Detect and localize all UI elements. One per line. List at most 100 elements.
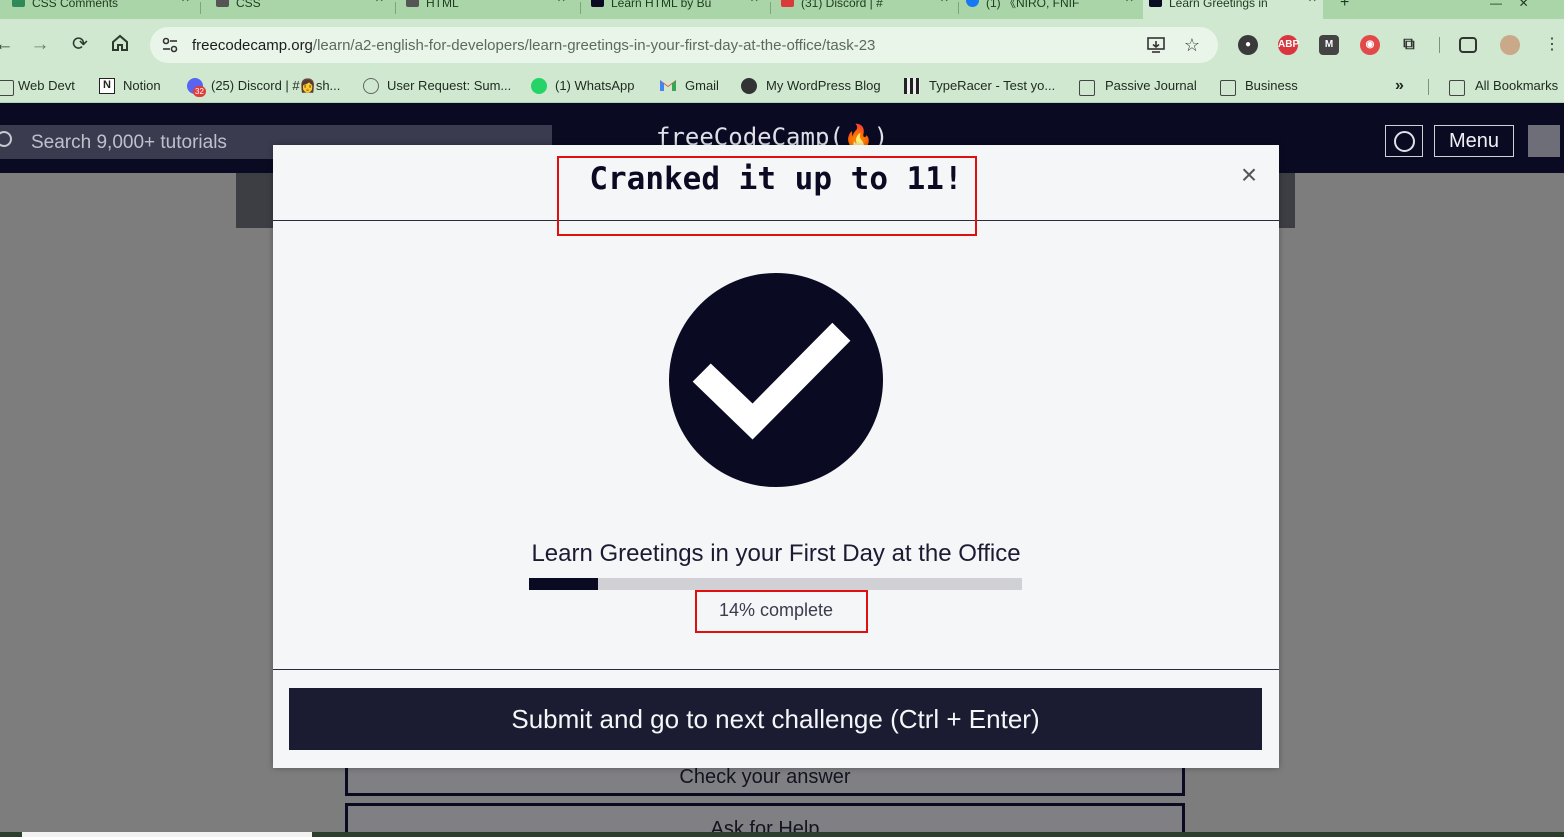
bookmark-label: All Bookmarks <box>1475 78 1559 93</box>
footer-divider <box>273 669 1279 670</box>
tab-label: CSS Comments <box>32 0 119 10</box>
reload-icon[interactable]: ⟳ <box>68 33 92 57</box>
bookmark-label: User Request: Sum... <box>387 78 512 93</box>
tab-close-icon[interactable]: ✕ <box>375 0 384 5</box>
url-host: freecodecamp.org <box>192 37 313 54</box>
progress-fill <box>529 578 599 590</box>
globe-icon <box>1394 131 1415 152</box>
back-arrow-icon[interactable]: ← <box>0 33 16 57</box>
tab-css-comments[interactable]: CSS Comments ✕ <box>6 0 196 19</box>
all-bookmarks-button[interactable]: All Bookmarks <box>1447 78 1558 96</box>
extension-m-icon[interactable]: M <box>1319 35 1339 55</box>
user-avatar[interactable] <box>1528 125 1560 157</box>
submit-next-button[interactable]: Submit and go to next challenge (Ctrl + … <box>289 688 1262 750</box>
profile-avatar[interactable] <box>1500 35 1520 55</box>
tab-close-icon[interactable]: ✕ <box>181 0 190 5</box>
bookmark-label: Passive Journal <box>1105 78 1197 93</box>
tab-label: Learn Greetings in <box>1169 0 1268 10</box>
tab-strip: CSS Comments ✕ CSS ✕ HTML ✕ Learn HTML b… <box>0 0 1564 19</box>
tab-favicon-icon <box>591 0 604 7</box>
bookmark-label: Web Devt <box>18 78 75 93</box>
bookmarks-bar: Web Devt N Notion 32 (25) Discord | #👩sh… <box>0 71 1564 103</box>
bookmark-web-devt[interactable]: Web Devt <box>0 78 75 96</box>
bookmark-label: Business <box>1245 78 1298 93</box>
bookmark-business[interactable]: Business <box>1218 78 1298 96</box>
tab-css[interactable]: CSS ✕ <box>210 0 390 19</box>
bookmark-passive-journal[interactable]: Passive Journal <box>1077 78 1197 96</box>
window-controls[interactable]: — ✕ <box>1480 0 1560 19</box>
completion-modal: Cranked it up to 11! × Learn Greetings i… <box>273 145 1279 768</box>
tab-learn-html[interactable]: Learn HTML by Bu ✕ <box>585 0 765 19</box>
menu-button[interactable]: Menu <box>1434 125 1514 157</box>
bookmark-label: My WordPress Blog <box>766 78 881 93</box>
bookmark-gmail[interactable]: Gmail <box>659 78 719 96</box>
folder-icon <box>0 80 14 96</box>
side-panel-icon[interactable] <box>1459 37 1477 53</box>
tab-close-icon[interactable]: ✕ <box>1308 0 1317 5</box>
globe-icon <box>741 78 757 94</box>
folder-icon <box>1220 80 1236 96</box>
taskbar-strip <box>0 832 1564 837</box>
browser-toolbar: ← → ⟳ freecodecamp.org/learn/a2-english-… <box>0 19 1564 71</box>
bookmark-wordpress[interactable]: My WordPress Blog <box>741 78 881 96</box>
forward-arrow-icon[interactable]: → <box>28 33 52 57</box>
tab-label: (31) Discord | # <box>801 0 883 10</box>
tab-favicon-icon <box>781 0 794 7</box>
bookmarks-overflow-button[interactable]: » <box>1395 78 1404 96</box>
folder-icon <box>1079 80 1095 96</box>
tab-html[interactable]: HTML ✕ <box>400 0 572 19</box>
openai-icon <box>363 78 379 94</box>
tab-learn-greetings[interactable]: Learn Greetings in ✕ <box>1143 0 1323 19</box>
new-tab-button[interactable]: + <box>1330 0 1370 19</box>
progress-bar <box>529 578 1022 590</box>
install-app-icon[interactable] <box>1146 35 1166 55</box>
search-placeholder: Search 9,000+ tutorials <box>31 132 227 153</box>
tab-close-icon[interactable]: ✕ <box>557 0 566 5</box>
tab-label: (1) 《NIRO, FNIF <box>986 0 1080 10</box>
whatsapp-icon <box>531 78 547 94</box>
bookmark-whatsapp[interactable]: (1) WhatsApp <box>531 78 634 96</box>
bookmark-typeracer[interactable]: TypeRacer - Test yo... <box>904 78 1055 96</box>
bookmark-notion[interactable]: N Notion <box>99 78 161 96</box>
adblock-icon[interactable]: ABP <box>1278 35 1299 55</box>
site-settings-icon[interactable] <box>161 36 179 54</box>
annotation-box-title <box>557 156 977 236</box>
extension-spy-icon[interactable]: ● <box>1238 35 1258 55</box>
search-icon <box>0 131 12 147</box>
bookmark-label: Gmail <box>685 78 719 93</box>
notion-icon: N <box>99 78 115 94</box>
bookmark-label: Notion <box>123 78 161 93</box>
course-title: Learn Greetings in your First Day at the… <box>531 540 1021 567</box>
tab-discord[interactable]: (31) Discord | # ✕ <box>775 0 955 19</box>
tab-favicon-icon <box>966 0 979 7</box>
language-button[interactable] <box>1385 125 1423 157</box>
tab-facebook[interactable]: (1) 《NIRO, FNIF ✕ <box>960 0 1140 19</box>
checkmark-icon <box>669 273 883 487</box>
url-path: /learn/a2-english-for-developers/learn-g… <box>312 37 876 54</box>
bookmark-label: TypeRacer - Test yo... <box>929 78 1056 93</box>
tab-label: CSS <box>236 0 261 10</box>
tab-close-icon[interactable]: ✕ <box>750 0 759 5</box>
close-button[interactable]: × <box>1237 161 1261 189</box>
tab-favicon-icon <box>1149 0 1162 7</box>
tab-label: Learn HTML by Bu <box>611 0 712 10</box>
bookmark-label: (1) WhatsApp <box>555 78 635 93</box>
tab-label: HTML <box>426 0 459 10</box>
bookmark-star-icon[interactable]: ☆ <box>1182 35 1202 55</box>
tab-favicon-icon <box>406 0 419 7</box>
bookmark-chatgpt[interactable]: User Request: Sum... <box>363 78 511 96</box>
tab-favicon-icon <box>12 0 25 7</box>
bookmark-discord[interactable]: 32 (25) Discord | #👩sh... <box>187 78 341 97</box>
extension-bear-icon[interactable]: ◉ <box>1360 35 1380 55</box>
bookmark-label: (25) Discord | #👩sh... <box>211 78 341 93</box>
folder-icon <box>1449 80 1465 96</box>
address-bar[interactable]: freecodecamp.org/learn/a2-english-for-de… <box>150 27 1218 63</box>
url-text[interactable]: freecodecamp.org/learn/a2-english-for-de… <box>192 37 875 54</box>
tab-close-icon[interactable]: ✕ <box>940 0 949 5</box>
extensions-puzzle-icon[interactable]: ⧉ <box>1399 35 1419 55</box>
tab-close-icon[interactable]: ✕ <box>1125 0 1134 5</box>
home-icon[interactable] <box>108 33 132 57</box>
discord-badge: 32 <box>193 86 206 97</box>
tab-favicon-icon <box>216 0 229 7</box>
browser-menu-icon[interactable]: ⋮ <box>1540 33 1564 57</box>
